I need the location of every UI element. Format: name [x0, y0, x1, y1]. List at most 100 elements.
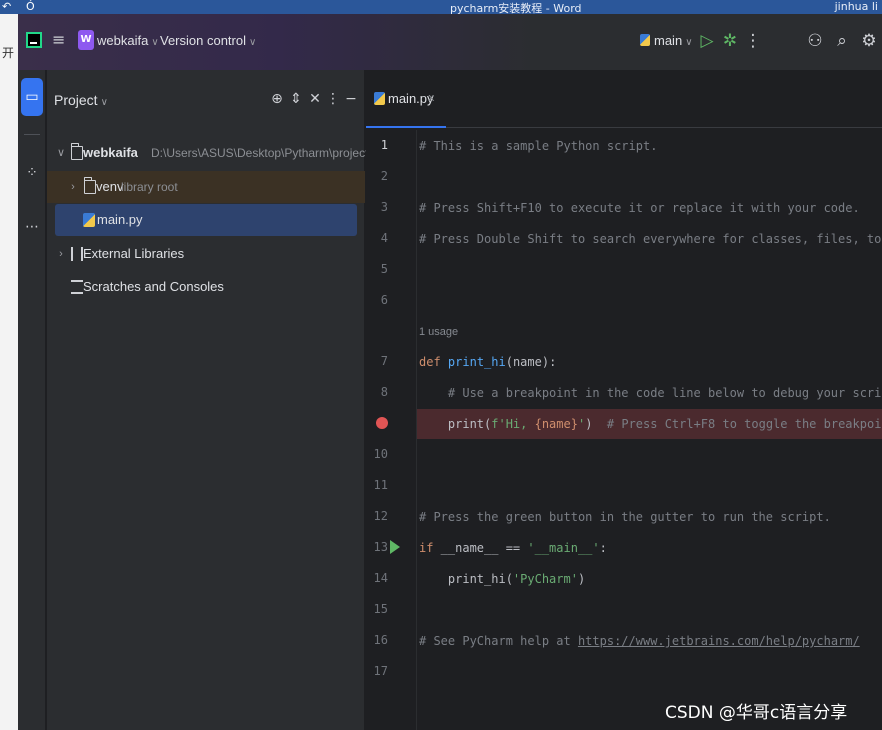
word-document-title: pycharm安装教程 - Word — [450, 2, 582, 14]
run-gutter-icon[interactable] — [390, 540, 400, 554]
line-number: 7 — [380, 354, 388, 368]
line-number: 8 — [380, 385, 388, 399]
project-name: webkaifa — [97, 33, 149, 48]
word-left-margin: 开 — [0, 14, 18, 730]
code-comment: # See PyCharm help at — [419, 634, 578, 648]
editor-gutter[interactable]: 1 2 3 4 5 6 7 8 10 11 12 13 14 15 16 17 — [366, 130, 416, 730]
code-line: # Press Double Shift to search everywher… — [417, 224, 882, 254]
line-number: 1 — [380, 138, 388, 152]
main-py-file-name: main.py — [97, 212, 143, 227]
code-text: (name): — [505, 355, 557, 369]
code-line: # Use a breakpoint in the code line belo… — [417, 378, 882, 408]
project-switcher[interactable]: webkaifa ∨ — [97, 33, 159, 48]
code-text-area[interactable]: # This is a sample Python script. # Pres… — [416, 130, 882, 730]
venv-folder-name: venv — [96, 179, 124, 194]
vcs-label: Version control — [160, 33, 246, 48]
code-line: # See PyCharm help at https://www.jetbra… — [417, 626, 882, 656]
code-comment: # Press the green button in the gutter t… — [419, 510, 831, 524]
tree-node-scratches[interactable]: Scratches and Consoles — [47, 271, 365, 303]
line-number: 16 — [373, 633, 388, 647]
code-line: # Press Shift+F10 to execute it or repla… — [417, 193, 882, 223]
code-string: 'PyCharm' — [512, 572, 578, 586]
add-user-icon[interactable]: ⚇ — [804, 30, 826, 52]
hamburger-menu-icon[interactable]: ≡ — [52, 32, 66, 48]
python-file-icon — [83, 213, 95, 227]
code-line: if __name__ == '__main__': — [417, 533, 882, 563]
code-text: : — [599, 541, 607, 555]
tree-node-venv[interactable]: › venv library root — [47, 171, 365, 203]
venv-library-root-hint: library root — [121, 180, 178, 194]
scratches-icon — [71, 280, 83, 294]
redo-icon[interactable]: Ó — [26, 0, 35, 13]
chevron-down-icon: ∨ — [151, 37, 159, 48]
code-keyword: if — [419, 541, 434, 555]
code-fstring-expr: {name} — [534, 417, 578, 431]
code-comment: # Press Double Shift to search everywher… — [419, 232, 882, 246]
breakpoint-icon[interactable] — [376, 417, 388, 429]
line-number: 12 — [373, 509, 388, 523]
tree-node-external-libraries[interactable]: › External Libraries — [47, 238, 365, 270]
chevron-right-icon[interactable]: › — [67, 171, 79, 203]
code-text: ) — [585, 417, 607, 431]
project-folder-icon[interactable]: ▭ — [21, 78, 43, 116]
word-user-name[interactable]: jinhua li — [835, 0, 878, 13]
usage-hint[interactable]: 1 usage — [419, 326, 458, 338]
undo-icon[interactable]: ↶ — [2, 0, 11, 13]
vcs-widget[interactable]: Version control ∨ — [160, 33, 256, 48]
code-line: print_hi('PyCharm') — [417, 564, 882, 594]
root-folder-name: webkaifa — [83, 145, 138, 160]
run-icon[interactable]: ▷ — [696, 30, 718, 52]
hide-minus-icon[interactable]: − — [343, 90, 359, 108]
word-side-char: 开 — [2, 46, 15, 60]
code-comment: # This is a sample Python script. — [419, 139, 658, 153]
code-text: __name__ == — [433, 541, 528, 555]
code-text: print_hi( — [419, 572, 513, 586]
python-file-icon — [640, 34, 650, 46]
locate-target-icon[interactable]: ⊕ — [269, 90, 285, 108]
project-view-selector[interactable]: Project ∨ — [54, 92, 108, 108]
expand-all-icon[interactable]: ⇕ — [288, 90, 304, 108]
tool-window-strip: ▭ ⁘ ⋯ — [18, 70, 46, 730]
run-config-selector[interactable]: main ∨ — [640, 33, 693, 48]
word-title-bar: ↶ Ó pycharm安装教程 - Word jinhua li — [0, 0, 882, 14]
tree-node-main-py[interactable]: main.py — [55, 204, 357, 236]
chevron-down-icon: ∨ — [249, 37, 257, 48]
code-string: f'Hi, — [491, 417, 535, 431]
code-line: # This is a sample Python script. — [417, 131, 882, 161]
tool-strip-divider — [24, 134, 40, 135]
line-number: 11 — [373, 478, 388, 492]
more-vertical-icon[interactable]: ⋮ — [742, 30, 764, 52]
folder-icon — [71, 143, 83, 160]
structure-icon[interactable]: ⁘ — [21, 154, 43, 192]
line-number: 15 — [373, 602, 388, 616]
pycharm-logo-icon[interactable] — [26, 32, 42, 48]
close-icon[interactable]: x — [428, 91, 435, 104]
chevron-down-icon: ∨ — [100, 97, 108, 108]
line-number: 5 — [380, 262, 388, 276]
chevron-down-icon[interactable]: ∨ — [55, 137, 67, 169]
csdn-watermark: CSDN @华哥c语言分享 — [665, 703, 848, 723]
line-number: 13 — [373, 540, 388, 554]
chevron-right-icon[interactable]: › — [55, 238, 67, 270]
project-panel-title: Project — [54, 92, 98, 108]
code-line-breakpoint: print(f'Hi, {name}') # Press Ctrl+F8 to … — [417, 409, 882, 439]
more-tools-icon[interactable]: ⋯ — [21, 208, 43, 246]
run-config-name: main — [654, 33, 683, 48]
external-libraries-label: External Libraries — [83, 246, 185, 261]
code-line: def print_hi(name): — [417, 347, 882, 377]
line-number: 14 — [373, 571, 388, 585]
collapse-all-icon[interactable]: ✕ — [307, 90, 323, 108]
settings-gear-icon[interactable]: ⚙ — [858, 30, 880, 52]
project-tool-window: Project ∨ ⊕ ⇕ ✕ ⋮ − ∨ webkaifa D:\Users\A… — [47, 70, 419, 730]
line-number: 2 — [380, 169, 388, 183]
code-line: # Press the green button in the gutter t… — [417, 502, 882, 532]
tree-node-root[interactable]: ∨ webkaifa D:\Users\ASUS\Desktop\Pytharm… — [47, 137, 419, 169]
project-badge[interactable]: W — [78, 30, 94, 50]
folder-icon — [84, 177, 96, 194]
debug-icon[interactable]: ✲ — [719, 30, 741, 52]
search-icon[interactable]: ⌕ — [831, 30, 853, 52]
options-more-icon[interactable]: ⋮ — [325, 90, 341, 108]
help-link[interactable]: https://www.jetbrains.com/help/pycharm/ — [578, 634, 860, 648]
chevron-down-icon: ∨ — [685, 37, 693, 48]
tab-main-py[interactable]: main.py x — [366, 70, 446, 128]
